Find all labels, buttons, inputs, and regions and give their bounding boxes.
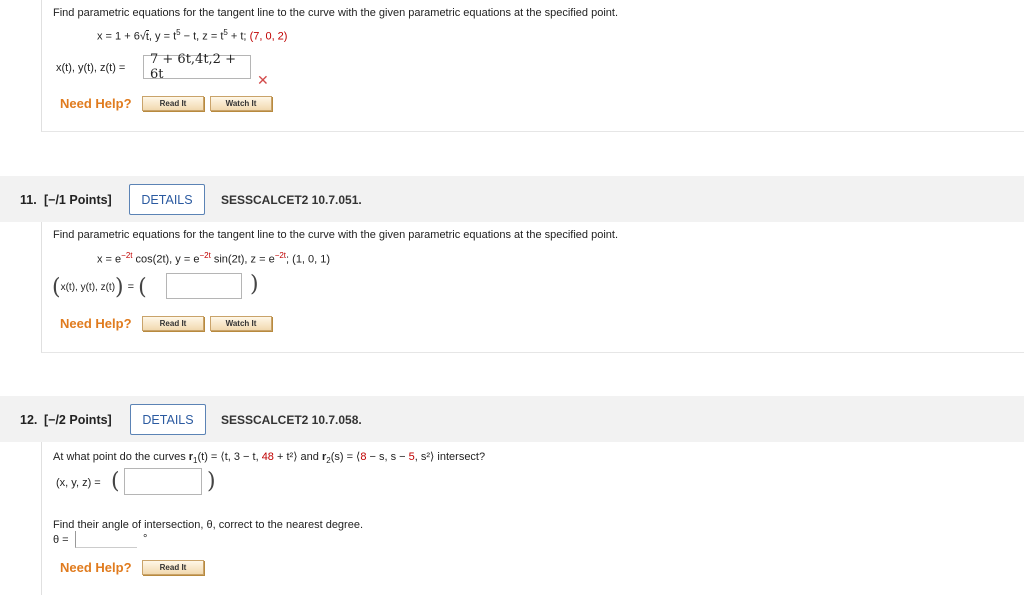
q12-number: 12. — [20, 413, 38, 427]
read-it-button[interactable]: Read It — [142, 316, 204, 331]
sqrt-symbol: √ — [139, 30, 146, 43]
prompt-start: At what point do the curves — [53, 451, 189, 463]
r2-end: , s²⟩ — [414, 451, 435, 463]
eq-x-part: x = 1 + 6 — [97, 30, 140, 43]
q11-points: [−/1 Points] — [44, 193, 112, 207]
r1-definition: (t) = ⟨t, 3 − t, — [197, 451, 262, 463]
right-angle-paren: ) — [115, 274, 124, 300]
and-word: and — [297, 451, 322, 463]
q10-equation: x = 1 + 6√t, y = t5 − t, z = t5 + t; (7,… — [97, 28, 287, 43]
q12-xyz-label: (x, y, z) = — [56, 477, 101, 489]
incorrect-icon: ✕ — [257, 72, 269, 88]
degree-symbol: ° — [143, 533, 148, 545]
r1-constant: 48 — [261, 451, 274, 463]
q11-prompt: Find parametric equations for the tangen… — [53, 229, 618, 241]
eq-z-exp: −2t — [274, 251, 287, 260]
eq-y-rest: − t, z = t — [180, 30, 224, 43]
q12-code: SESSCALCET2 10.7.058. — [221, 413, 362, 427]
r2-middle: − s, s − — [366, 451, 409, 463]
close-paren: ) — [207, 469, 216, 494]
open-paren: ( — [111, 469, 120, 494]
watch-it-button[interactable]: Watch It — [210, 96, 272, 111]
open-paren: ( — [138, 274, 147, 300]
q12-angle-prompt: Find their angle of intersection, θ, cor… — [53, 519, 364, 531]
q12-point-field[interactable] — [124, 468, 202, 495]
q12-details-button[interactable]: DETAILS — [130, 404, 206, 435]
close-paren: ) — [250, 272, 259, 297]
r2-definition: (s) = ⟨ — [330, 451, 361, 463]
q10-point: (7, 0, 2) — [249, 30, 288, 43]
need-help-label: Need Help? — [60, 560, 132, 575]
eq-x-rest: cos(2t), y = e — [132, 253, 200, 266]
q10-prompt: Find parametric equations for the tangen… — [53, 7, 618, 19]
watch-it-button[interactable]: Watch It — [210, 316, 272, 331]
eq-y-part: , y = t — [148, 30, 177, 43]
q11-number: 11. — [20, 193, 37, 207]
eq-x-part: x = e — [97, 253, 122, 266]
eq-x-exp: −2t — [121, 251, 133, 260]
q11-equation: x = e−2t cos(2t), y = e−2t sin(2t), z = … — [97, 251, 330, 266]
q12-theta-field[interactable] — [75, 531, 137, 548]
q11-details-button[interactable]: DETAILS — [129, 184, 205, 215]
prompt-end: intersect? — [434, 451, 486, 463]
read-it-button[interactable]: Read It — [142, 96, 204, 111]
q11-point: (1, 0, 1) — [292, 253, 331, 266]
need-help-label: Need Help? — [60, 316, 132, 331]
q12-theta-label: θ = — [53, 534, 69, 546]
read-it-button[interactable]: Read It — [142, 560, 204, 575]
q10-answer-label: x(t), y(t), z(t) = — [56, 62, 126, 74]
eq-y-exp: −2t — [199, 251, 211, 260]
left-angle-paren: ( — [52, 274, 61, 300]
eq-z-rest: + t; — [227, 30, 247, 43]
equals-sign: = — [127, 281, 135, 293]
q12-points: [−/2 Points] — [44, 413, 112, 427]
q11-code: SESSCALCET2 10.7.051. — [221, 193, 362, 207]
eq-y-rest: sin(2t), z = e — [210, 253, 275, 266]
q12-prompt: At what point do the curves r1(t) = ⟨t, … — [53, 450, 485, 465]
q11-answer-field[interactable] — [166, 273, 242, 299]
r1-end: + t²⟩ — [273, 451, 298, 463]
q11-answer-label: x(t), y(t), z(t) — [60, 281, 116, 293]
need-help-label: Need Help? — [60, 96, 132, 111]
q11-answer-row: ( x(t), y(t), z(t) ) = ( — [52, 274, 147, 300]
eq-z-rest: ; — [286, 253, 290, 266]
q10-answer-field[interactable]: 7 + 6t,4t,2 + 6t — [143, 52, 251, 82]
